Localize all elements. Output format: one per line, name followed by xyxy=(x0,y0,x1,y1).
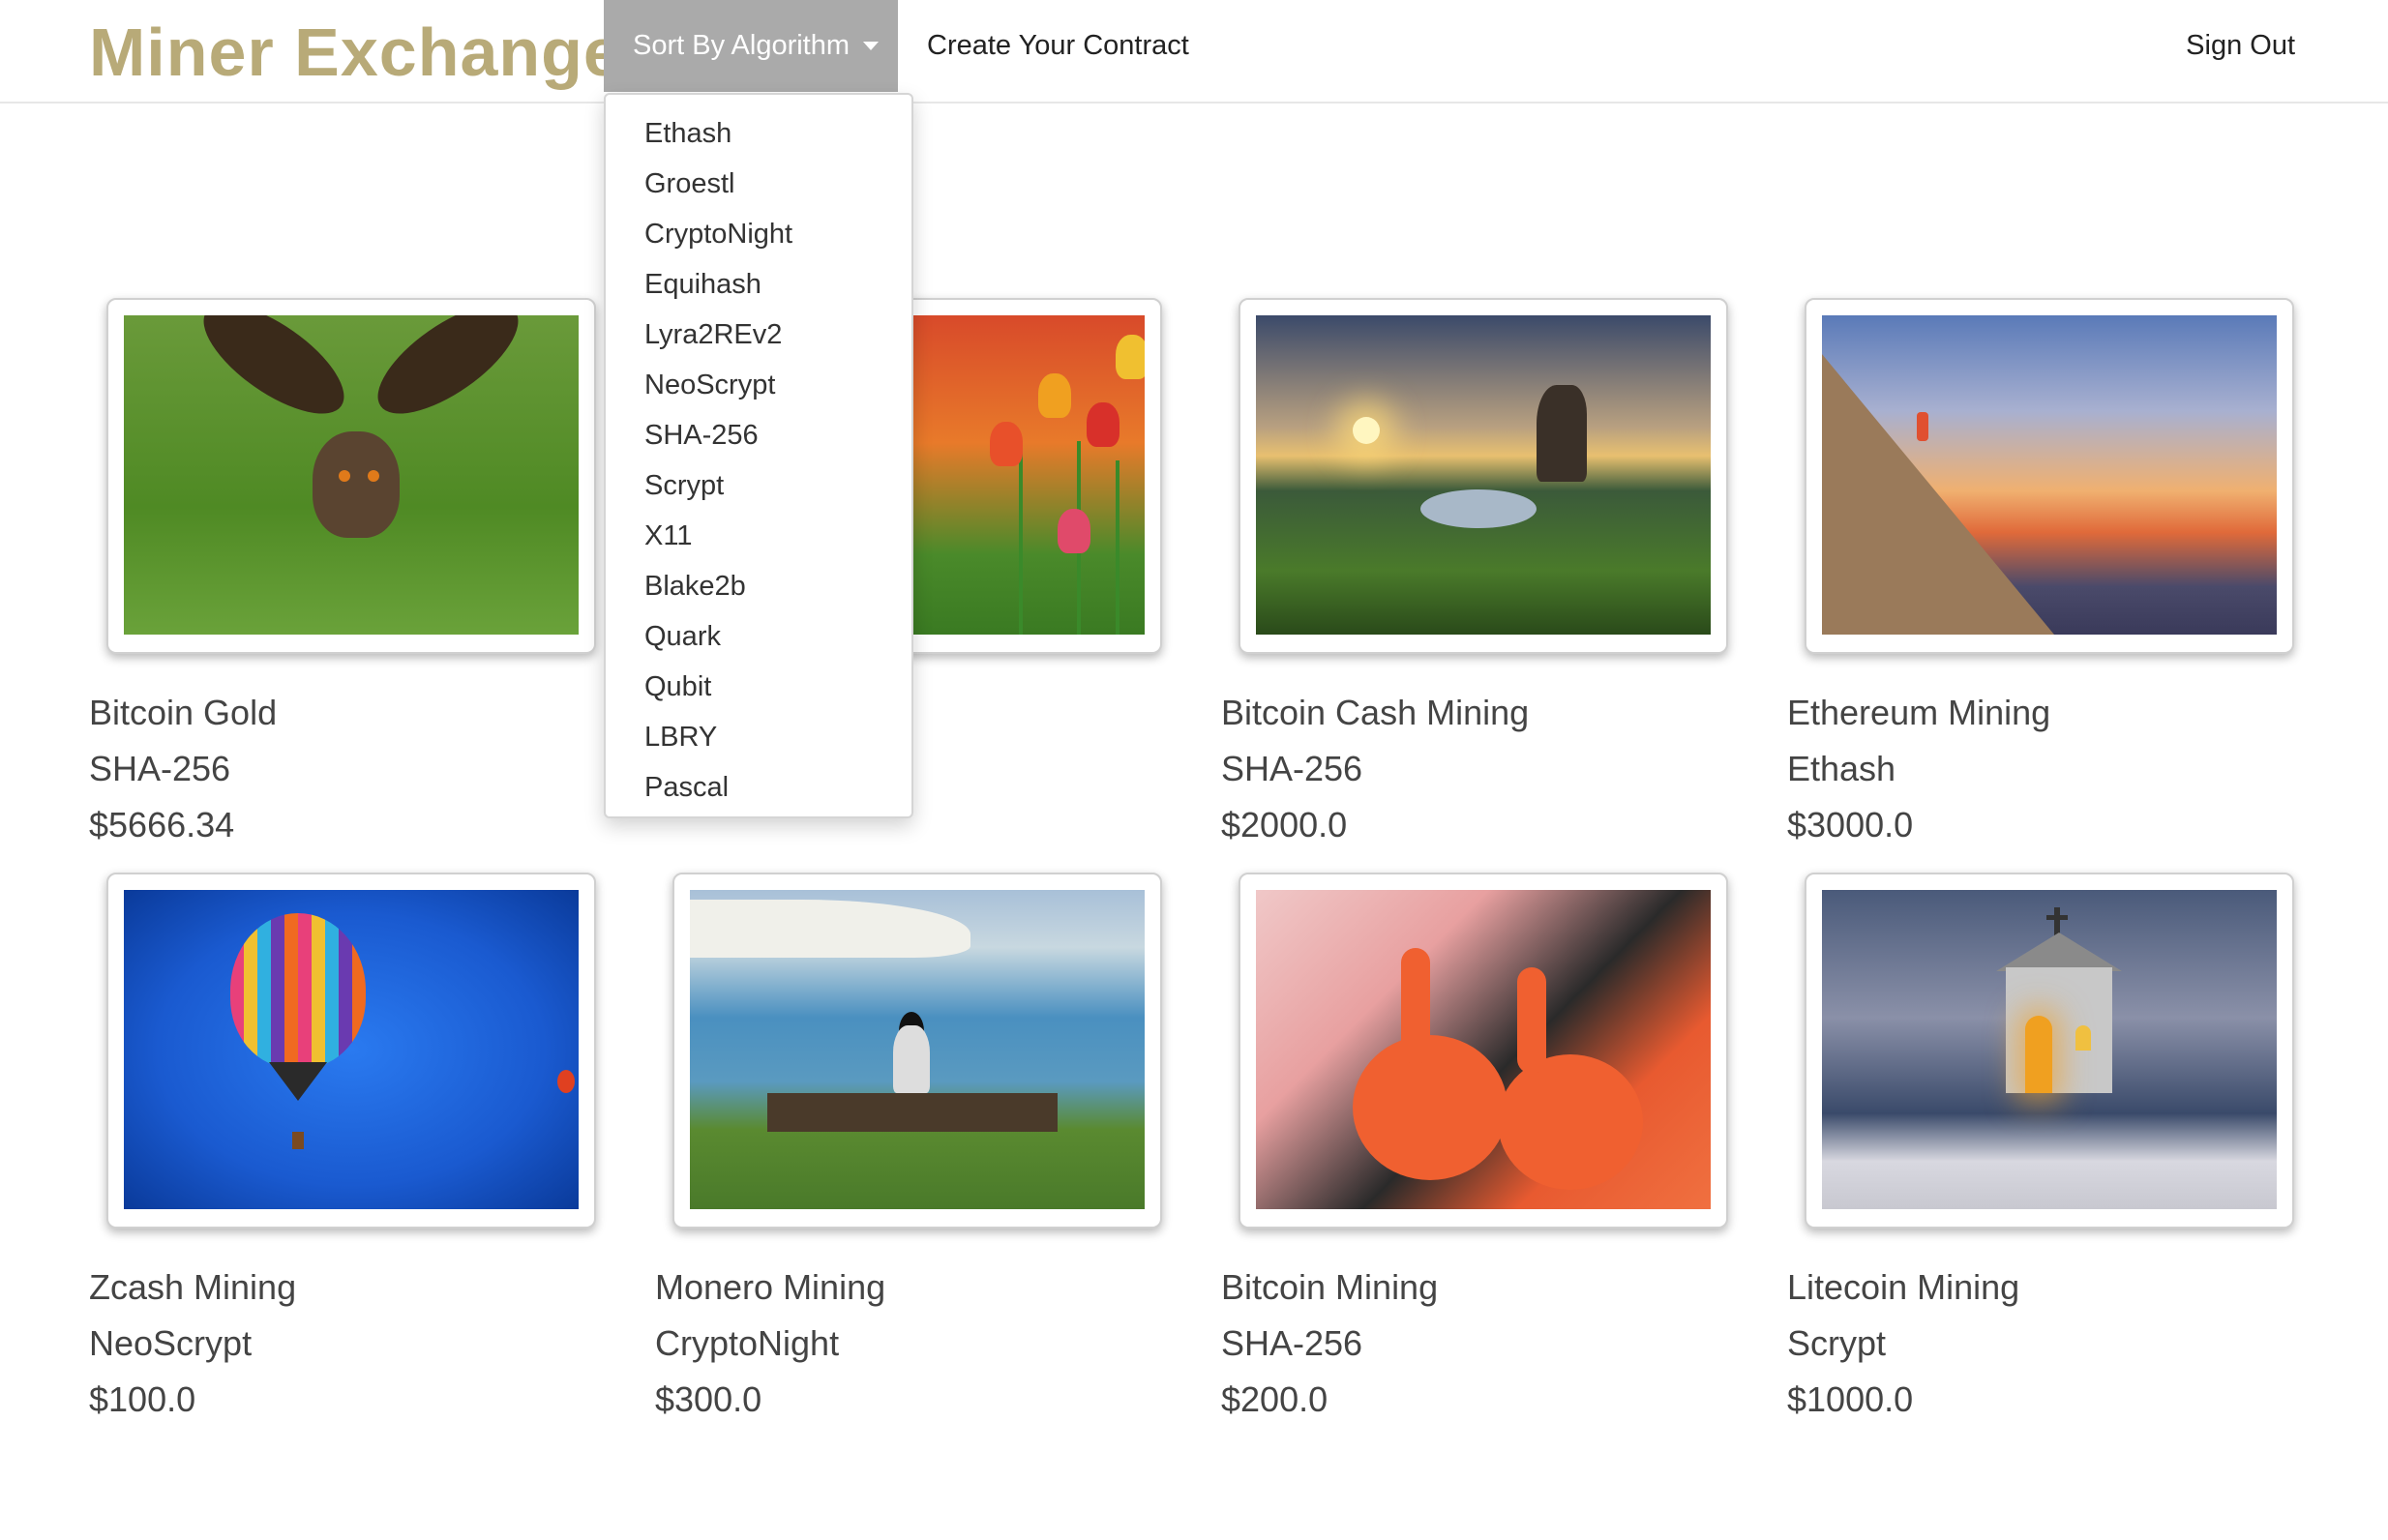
contract-algorithm: SHA-256 xyxy=(1221,749,1363,788)
contract-algorithm: NeoScrypt xyxy=(89,1323,253,1363)
dropdown-item-pascal[interactable]: Pascal xyxy=(606,762,911,813)
contract-card[interactable]: Bitcoin Gold SHA-256 $5666.34 xyxy=(89,298,602,853)
dropdown-item-blake2b[interactable]: Blake2b xyxy=(606,561,911,611)
contract-price: $100.0 xyxy=(89,1379,196,1419)
top-navbar: Miner Exchange Sort By Algorithm Create … xyxy=(0,0,2388,104)
contract-algorithm: CryptoNight xyxy=(655,1323,840,1363)
contract-title: Zcash Mining xyxy=(89,1267,297,1307)
contract-image-frame xyxy=(1805,873,2294,1229)
contract-card[interactable]: Zcash Mining NeoScrypt $100.0 xyxy=(89,873,602,1428)
contract-algorithm: SHA-256 xyxy=(1221,1323,1363,1363)
contract-image-frame xyxy=(1239,873,1728,1229)
sort-by-algorithm-dropdown[interactable]: Sort By Algorithm xyxy=(604,0,898,92)
contract-price: $1000.0 xyxy=(1787,1379,1914,1419)
contract-price: $2000.0 xyxy=(1221,805,1348,844)
chapel-snow-photo xyxy=(1822,890,2277,1209)
contract-price: $300.0 xyxy=(655,1379,762,1419)
owl-photo xyxy=(124,315,579,635)
contract-algorithm: Ethash xyxy=(1787,749,1896,788)
dropdown-item-neoscrypt[interactable]: NeoScrypt xyxy=(606,360,911,410)
brand-logo[interactable]: Miner Exchange xyxy=(89,8,622,97)
contract-image-frame xyxy=(672,873,1162,1229)
dropdown-item-sha-256[interactable]: SHA-256 xyxy=(606,410,911,460)
contract-card[interactable]: Ethereum Mining Ethash $3000.0 xyxy=(1787,298,2300,853)
dropdown-item-equihash[interactable]: Equihash xyxy=(606,259,911,310)
contract-image-frame xyxy=(1239,298,1728,654)
contract-price: $5666.34 xyxy=(89,805,235,844)
dropdown-item-scrypt[interactable]: Scrypt xyxy=(606,460,911,511)
contract-image-frame xyxy=(106,873,596,1229)
contract-title: Bitcoin Mining xyxy=(1221,1267,1439,1307)
contract-title: Monero Mining xyxy=(655,1267,886,1307)
hot-air-balloon-photo xyxy=(124,890,579,1209)
create-contract-link[interactable]: Create Your Contract xyxy=(927,0,1189,92)
contract-price: $3000.0 xyxy=(1787,805,1914,844)
caret-down-icon xyxy=(863,42,880,50)
dropdown-item-qubit[interactable]: Qubit xyxy=(606,662,911,712)
coastline-sunset-photo xyxy=(1256,315,1711,635)
algorithm-dropdown-menu: Ethash Groestl CryptoNight Equihash Lyra… xyxy=(604,93,913,818)
climber-sunset-photo xyxy=(1822,315,2277,635)
dropdown-item-x11[interactable]: X11 xyxy=(606,511,911,561)
contract-title: Bitcoin Gold xyxy=(89,693,278,732)
dropdown-item-quark[interactable]: Quark xyxy=(606,611,911,662)
dropdown-item-lyra2rev2[interactable]: Lyra2REv2 xyxy=(606,310,911,360)
contract-title: Ethereum Mining xyxy=(1787,693,2051,732)
contract-card[interactable]: Litecoin Mining Scrypt $1000.0 xyxy=(1787,873,2300,1428)
contract-image-frame xyxy=(1805,298,2294,654)
contract-title: Bitcoin Cash Mining xyxy=(1221,693,1530,732)
contract-title: Litecoin Mining xyxy=(1787,1267,2020,1307)
contract-algorithm: Scrypt xyxy=(1787,1323,1887,1363)
dropdown-item-lbry[interactable]: LBRY xyxy=(606,712,911,762)
dropdown-item-cryptonight[interactable]: CryptoNight xyxy=(606,209,911,259)
sort-by-algorithm-label: Sort By Algorithm xyxy=(633,30,851,61)
sign-out-link[interactable]: Sign Out xyxy=(2186,0,2295,92)
contract-algorithm: SHA-256 xyxy=(89,749,231,788)
contract-card[interactable]: Bitcoin Cash Mining SHA-256 $2000.0 xyxy=(1221,298,1734,853)
contract-card[interactable]: Monero Mining CryptoNight $300.0 xyxy=(655,873,1168,1428)
contract-price: $200.0 xyxy=(1221,1379,1328,1419)
contract-image-frame xyxy=(106,298,596,654)
cliffs-bench-photo xyxy=(690,890,1145,1209)
flamingos-photo xyxy=(1256,890,1711,1209)
dropdown-item-ethash[interactable]: Ethash xyxy=(606,108,911,159)
dropdown-item-groestl[interactable]: Groestl xyxy=(606,159,911,209)
contract-card[interactable]: Bitcoin Mining SHA-256 $200.0 xyxy=(1221,873,1734,1428)
